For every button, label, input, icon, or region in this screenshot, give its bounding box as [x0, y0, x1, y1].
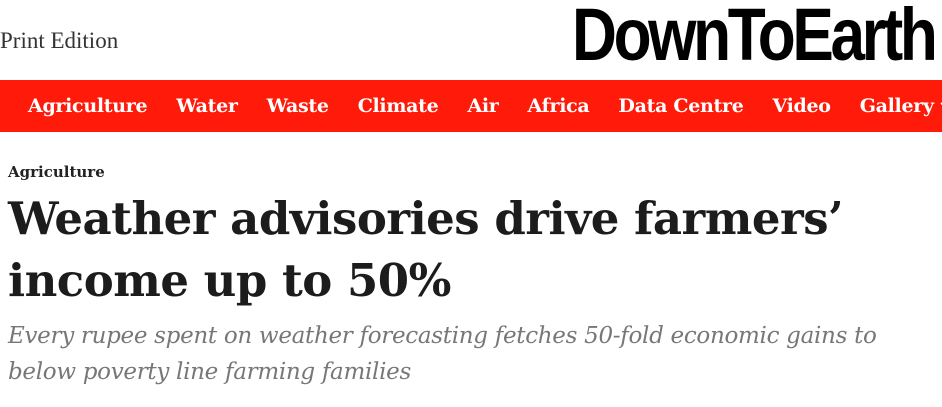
- nav-item-africa[interactable]: Africa: [528, 95, 590, 117]
- nav-item-waste[interactable]: Waste: [267, 95, 329, 117]
- print-edition-link[interactable]: Print Edition: [0, 28, 118, 54]
- site-logo[interactable]: DownToEarth: [572, 0, 938, 72]
- nav-item-gallery[interactable]: Gallery: [860, 95, 942, 117]
- site-header: Print Edition DownToEarth: [0, 0, 942, 80]
- nav-item-air[interactable]: Air: [467, 95, 498, 117]
- nav-item-video[interactable]: Video: [773, 95, 831, 117]
- nav-item-agriculture[interactable]: Agriculture: [28, 95, 148, 117]
- article-headline: Weather advisories drive farmers’ income…: [8, 192, 844, 307]
- article-subheadline: Every rupee spent on weather forecasting…: [8, 323, 877, 385]
- main-nav: Agriculture Water Waste Climate Air Afri…: [0, 80, 942, 132]
- nav-item-data-centre[interactable]: Data Centre: [618, 95, 743, 117]
- article-category[interactable]: Agriculture: [8, 163, 105, 181]
- nav-item-gallery-label: Gallery: [859, 95, 934, 117]
- nav-item-climate[interactable]: Climate: [358, 95, 439, 117]
- nav-item-water[interactable]: Water: [176, 95, 238, 117]
